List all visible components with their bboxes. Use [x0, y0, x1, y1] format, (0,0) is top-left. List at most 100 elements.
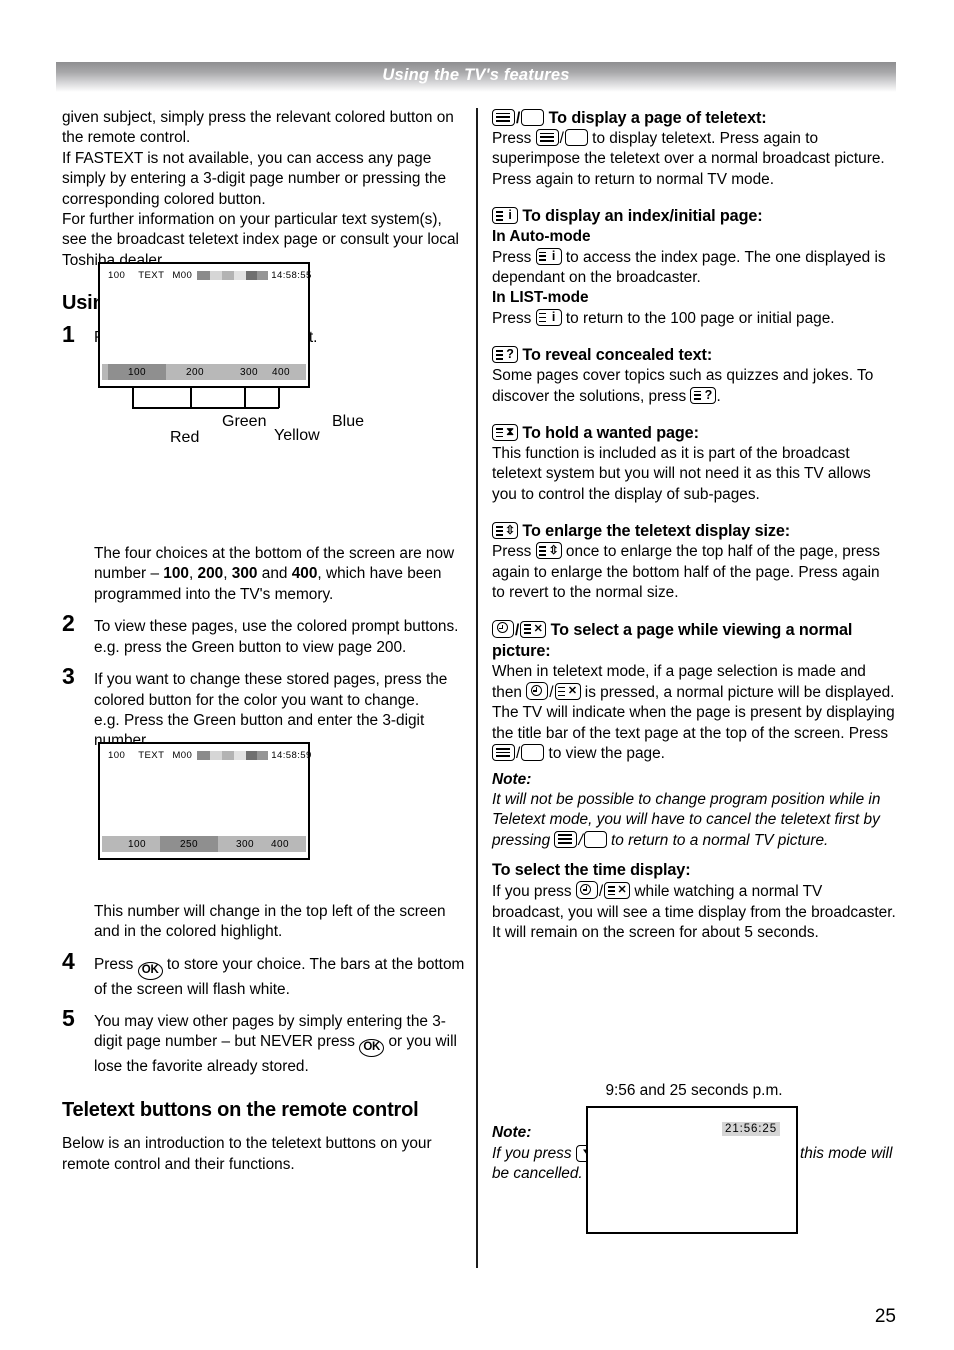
entry-3-body: Some pages cover topics such as quizzes …	[492, 366, 896, 407]
tv1-mode: M00	[172, 269, 193, 281]
manual-page: Using the TV's features given subject, s…	[0, 0, 954, 1350]
tv2-button-1: 100	[128, 839, 146, 850]
tv1-legend-names: Red Green Yellow Blue	[60, 405, 364, 446]
tv2-title-bar: 100 TEXT M00 14:58:59	[100, 748, 311, 762]
cancel-icon: ✕	[520, 620, 547, 638]
tv-screen-figure-1: 100 TEXT M00 14:58:55 100 200 300 400	[98, 262, 311, 388]
entry-2-heading: To display an index/initial page:	[522, 207, 763, 226]
tv2-button-2: 250	[180, 839, 198, 850]
reveal-icon: ?	[492, 346, 518, 364]
blank-button-icon	[564, 129, 588, 146]
entry-select-page-normal: / ✕ To select a page while viewing a norm…	[492, 619, 896, 765]
legend-blue: Blue	[332, 413, 365, 430]
blank-button-icon	[521, 744, 545, 762]
clock-icon	[526, 681, 549, 700]
page-title: Using the TV's features	[382, 66, 570, 84]
note-1-body: It will not be possible to change progra…	[492, 790, 896, 851]
entry-2-s1-before: Press	[492, 248, 536, 266]
step-4-text-before: Press	[94, 955, 138, 973]
entry-1-heading-row: / To display a page of teletext:	[492, 108, 896, 129]
afd1-s2: ,	[223, 565, 232, 583]
entry-6-body: When in teletext mode, if a page selecti…	[492, 662, 896, 765]
heading-teletext-buttons: Teletext buttons on the remote control	[62, 1098, 419, 1121]
note-1: Note: It will not be possible to change …	[492, 770, 896, 852]
entry-1-body-before: Press	[492, 130, 536, 147]
entry-6-heading: To select a page while viewing a normal …	[492, 620, 853, 660]
tv2-button-4: 400	[271, 839, 289, 850]
step-2-line-1: To view these pages, use the colored pro…	[94, 618, 459, 636]
clock-icon	[492, 619, 514, 638]
afd1-s3: and	[257, 565, 292, 583]
intro-paragraph-1: given subject, simply press the relevant…	[62, 109, 454, 147]
entry-enlarge-display: ⇳ To enlarge the teletext display size: …	[492, 521, 896, 603]
entry-3-heading: To reveal concealed text:	[522, 346, 713, 365]
entry-2-heading-row: i To display an index/initial page:	[492, 206, 896, 227]
afd1-b4: 400	[291, 565, 318, 583]
index-icon: i	[492, 207, 518, 225]
tv3-clock: 21:56:25	[722, 1122, 780, 1136]
note-2-text-1: If you press	[492, 1144, 576, 1162]
entry-5-heading: To enlarge the teletext display size:	[522, 522, 791, 541]
time-display-body: If you press / ✕ while watching a normal …	[492, 881, 896, 943]
cancel-icon: ✕	[554, 682, 581, 700]
legend-yellow: Yellow	[274, 427, 320, 444]
reveal-icon: ?	[690, 386, 717, 404]
tv2-label: TEXT	[138, 749, 165, 761]
step-3-line-1: If you want to change these stored pages…	[94, 671, 448, 709]
afd1-b1: 100	[163, 565, 189, 583]
tv2-mode: M00	[172, 749, 193, 761]
time-display-heading: To select the time display:	[492, 861, 691, 880]
entry-2-sub-2-body: Press i to return to the 100 page or ini…	[492, 308, 896, 329]
entry-1-heading: To display a page of teletext:	[548, 109, 767, 127]
entry-5-heading-row: ⇳ To enlarge the teletext display size:	[492, 521, 896, 542]
after-figure-2-paragraph: This number will change in the top left …	[94, 902, 446, 941]
icon-separator: /	[549, 683, 554, 701]
closing-paragraph: Below is an introduction to the teletext…	[62, 1135, 432, 1173]
entry-6-heading-row: / ✕ To select a page while viewing a norm…	[492, 619, 896, 662]
entry-4-body: This function is included as it is part …	[492, 445, 871, 503]
step-2-line-2: e.g. press the Green button to view page…	[94, 638, 407, 656]
ok-button-icon: OK	[137, 961, 163, 980]
tv1-button-1: 100	[128, 367, 146, 378]
step-5: 5 You may view other pages by simply ent…	[62, 1006, 466, 1078]
ok-button-icon: OK	[359, 1039, 385, 1058]
entry-4-heading-row: ⧗ To hold a wanted page:	[492, 423, 896, 444]
afd1-s1: ,	[188, 565, 198, 583]
tv-screen-figure-3: 21:56:25	[586, 1106, 798, 1234]
teletext-icon	[492, 744, 515, 762]
clock-icon	[575, 881, 598, 900]
entry-3-heading-row: ? To reveal concealed text:	[492, 345, 896, 366]
step-1-number: 1	[62, 320, 75, 347]
legend-red: Red	[170, 429, 200, 446]
enlarge-icon: ⇳	[535, 542, 562, 560]
step-4-number: 4	[62, 947, 75, 974]
index-icon: i	[535, 308, 562, 326]
entry-2-sub-2: In LIST-mode	[492, 289, 589, 307]
hold-icon: ⧗	[492, 424, 518, 442]
tv2-bottom-bar: 100 250 300 400	[100, 836, 308, 854]
afd1-b3: 300	[231, 565, 258, 583]
tv1-color-blocks	[197, 270, 269, 280]
entry-2-s2-before: Press	[492, 309, 536, 327]
tv1-title-bar: 100 TEXT M00 14:58:55	[100, 268, 311, 282]
entry-2-s2-after: to return to the 100 page or initial pag…	[561, 309, 835, 327]
entry-3-body-after: .	[716, 387, 721, 405]
entry-4-heading: To hold a wanted page:	[522, 424, 699, 443]
step-2: 2 To view these pages, use the colored p…	[62, 612, 466, 658]
after-figure-1-paragraph: The four choices at the bottom of the sc…	[62, 544, 466, 605]
tv3-caption: 9:56 and 25 seconds p.m.	[605, 1082, 783, 1099]
entry-3-body-before: Some pages cover topics such as quizzes …	[492, 367, 874, 405]
afd1-b2: 200	[197, 565, 224, 583]
icon-separator: /	[578, 831, 583, 849]
tv1-label: TEXT	[138, 269, 165, 281]
entry-reveal-text: ? To reveal concealed text: Some pages c…	[492, 345, 896, 407]
intro-paragraph-2: If FASTEXT is not available, you can acc…	[62, 149, 447, 208]
tv1-bottom-bar: 100 200 300 400	[100, 364, 308, 382]
legend-green: Green	[222, 413, 267, 430]
note-1-label: Note:	[492, 770, 532, 788]
entry-6-body-3: to view the page.	[544, 745, 665, 763]
step-5-number: 5	[62, 1004, 75, 1031]
entry-display-page: / To display a page of teletext: Press /…	[492, 108, 896, 190]
step-4: 4 Press OK to store your choice. The bar…	[62, 949, 466, 1000]
page-header-bar: Using the TV's features	[56, 62, 896, 92]
